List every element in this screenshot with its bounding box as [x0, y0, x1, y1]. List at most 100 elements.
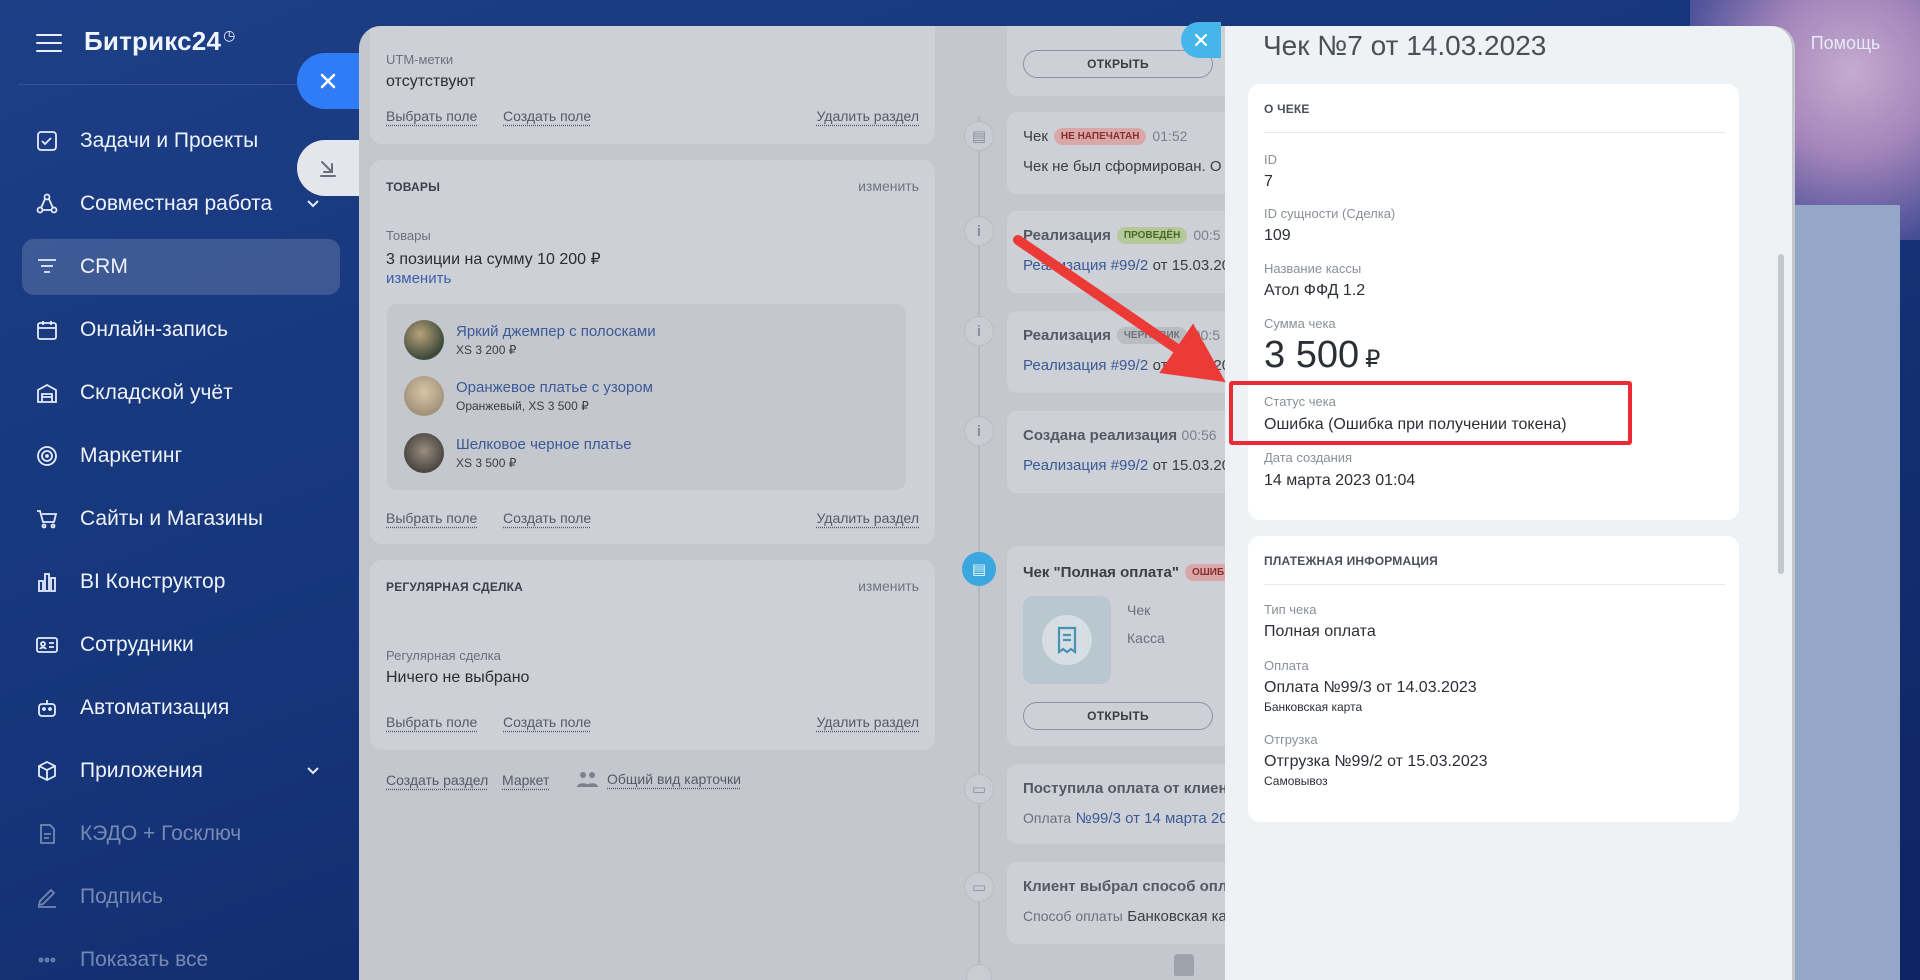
delete-section-link[interactable]: Удалить раздел [816, 108, 919, 124]
timeline-item-text: Способ оплаты [1023, 908, 1123, 924]
goods-section: ТОВАРЫ изменить Товары 3 позиции на сумм… [370, 160, 935, 544]
help-button[interactable]: Помощь [1791, 26, 1900, 60]
timeline-item: Реализация ПРОВЕДЁН 00:5 Реализация #99/2 … [1007, 211, 1247, 293]
general-view-link[interactable]: Общий вид карточки [575, 770, 741, 788]
delete-section-link[interactable]: Удалить раздел [816, 510, 919, 526]
info-icon: i [964, 316, 994, 346]
chevron-down-icon[interactable] [304, 761, 322, 779]
open-button[interactable]: ОТКРЫТЬ [1023, 50, 1213, 78]
brand-logo[interactable]: Битрикс24 ◷ [84, 26, 236, 57]
field-label: Тип чека [1264, 602, 1317, 617]
realization-link[interactable]: Реализация #99/2 [1023, 457, 1148, 474]
target-icon [34, 443, 60, 469]
sidebar-item-label: Приложения [80, 759, 203, 783]
menu-burger-icon[interactable] [36, 34, 62, 52]
sidebar-item-apps[interactable]: Приложения [22, 743, 340, 799]
timeline-item-text: от 15.03.20 [1153, 357, 1230, 374]
sidebar-item-label: Сайты и Магазины [80, 507, 263, 531]
sidebar-item-employees[interactable]: Сотрудники [22, 617, 340, 673]
section-header: ПЛАТЕЖНАЯ ИНФОРМАЦИЯ [1264, 554, 1438, 568]
timeline-item-title: Чек [1023, 128, 1048, 145]
list-item[interactable]: Шелковое черное платье XS 3 500 ₽ [404, 433, 632, 473]
product-image [404, 320, 444, 360]
product-name[interactable]: Яркий джемпер с полосками [456, 323, 656, 340]
timeline-time: 01:52 [1152, 128, 1187, 144]
sidebar-item-sites[interactable]: Сайты и Магазины [22, 491, 340, 547]
id-card-icon [34, 632, 60, 658]
open-button[interactable]: ОТКРЫТЬ [1023, 702, 1213, 730]
timeline-item-title: Клиент выбрал способ опла [1023, 878, 1236, 895]
sidebar-item-bi[interactable]: BI Конструктор [22, 554, 340, 610]
realization-link[interactable]: Реализация #99/2 [1023, 257, 1148, 274]
sidebar-item-sign[interactable]: Подпись [22, 869, 340, 925]
sidebar-item-crm[interactable]: CRM [22, 239, 340, 295]
receipt-preview[interactable] [1023, 596, 1111, 684]
create-field-link[interactable]: Создать поле [503, 510, 591, 526]
field-label: Название кассы [1264, 261, 1361, 276]
goods-label: Товары [386, 228, 431, 243]
edit-section-link[interactable]: изменить [858, 178, 919, 194]
timeline-item: Создана реализация 00:56 Реализация #99/… [1007, 411, 1247, 493]
select-field-link[interactable]: Выбрать поле [386, 714, 477, 730]
sidebar-divider [18, 84, 340, 85]
edit-section-link[interactable]: изменить [858, 578, 919, 594]
goods-summary: 3 позиции на сумму 10 200 ₽ [386, 249, 601, 269]
receipt-type-value: Полная оплата [1264, 623, 1376, 641]
product-image [404, 376, 444, 416]
timeline-item-text: от 15.03.20 [1153, 257, 1230, 274]
list-item[interactable]: Яркий джемпер с полосками XS 3 200 ₽ [404, 320, 656, 360]
sum-currency: ₽ [1365, 346, 1380, 373]
timeline-time: 00:5 [1193, 327, 1220, 343]
realization-link[interactable]: Реализация #99/2 [1023, 357, 1148, 374]
sidebar-item-label: Складской учёт [80, 381, 233, 405]
receipt-dot-icon: ▤ [964, 121, 994, 151]
change-goods-link[interactable]: изменить [386, 270, 451, 287]
about-receipt-section: О ЧЕКЕ ID 7 ID сущности (Сделка) 109 Наз… [1248, 84, 1739, 520]
trash-icon[interactable] [1174, 954, 1194, 976]
regular-deal-value: Ничего не выбрано [386, 669, 529, 687]
sidebar-item-collab[interactable]: Совместная работа [22, 176, 340, 232]
payment-link[interactable]: №99/3 от 14 марта 20 [1076, 810, 1228, 827]
close-card-button[interactable] [297, 53, 359, 109]
people-icon [575, 770, 601, 788]
sidebar-item-label: Задачи и Проекты [80, 129, 258, 153]
select-field-link[interactable]: Выбрать поле [386, 510, 477, 526]
close-slider-button[interactable] [1181, 22, 1221, 58]
product-name[interactable]: Оранжевое платье с узором [456, 379, 653, 396]
receipt-icon [1042, 615, 1092, 665]
slider-scrollbar[interactable] [1778, 254, 1784, 574]
payment-card-icon: ▭ [964, 774, 994, 804]
sidebar-item-label: BI Конструктор [80, 570, 225, 594]
close-icon [1193, 32, 1209, 48]
section-header: О ЧЕКЕ [1264, 102, 1310, 116]
market-link[interactable]: Маркет [502, 772, 549, 788]
create-field-link[interactable]: Создать поле [503, 108, 591, 124]
sidebar-item-show-all[interactable]: Показать все [22, 932, 340, 980]
status-badge: ЧЕРНОВИК [1117, 327, 1187, 344]
minimize-card-button[interactable] [297, 140, 359, 196]
sidebar-item-tasks[interactable]: Задачи и Проекты [22, 113, 340, 169]
sidebar-item-warehouse[interactable]: Складской учёт [22, 365, 340, 421]
timeline-item-text: Оплата [1023, 810, 1071, 826]
list-item[interactable]: Оранжевое платье с узором Оранжевый, XS 3… [404, 376, 653, 416]
product-name[interactable]: Шелковое черное платье [456, 436, 632, 453]
sidebar-item-kedo[interactable]: КЭДО + Госключ [22, 806, 340, 862]
sidebar-item-booking[interactable]: Онлайн-запись [22, 302, 340, 358]
sidebar-item-marketing[interactable]: Маркетинг [22, 428, 340, 484]
cube-icon [34, 758, 60, 784]
sidebar-menu: Задачи и Проекты Совместная работа CRM О… [22, 113, 340, 980]
sidebar-item-label: Автоматизация [80, 696, 229, 720]
checkbox-icon [34, 128, 60, 154]
timeline-item-text: Банковская ка [1127, 908, 1227, 925]
close-icon [318, 71, 338, 91]
warehouse-icon [34, 380, 60, 406]
chevron-down-icon[interactable] [304, 194, 322, 212]
sidebar-item-label: Маркетинг [80, 444, 182, 468]
select-field-link[interactable]: Выбрать поле [386, 108, 477, 124]
divider [1264, 584, 1725, 585]
create-field-link[interactable]: Создать поле [503, 714, 591, 730]
delete-section-link[interactable]: Удалить раздел [816, 714, 919, 730]
sidebar-item-automation[interactable]: Автоматизация [22, 680, 340, 736]
section-header: ТОВАРЫ [386, 180, 440, 194]
create-section-link[interactable]: Создать раздел [386, 772, 488, 788]
